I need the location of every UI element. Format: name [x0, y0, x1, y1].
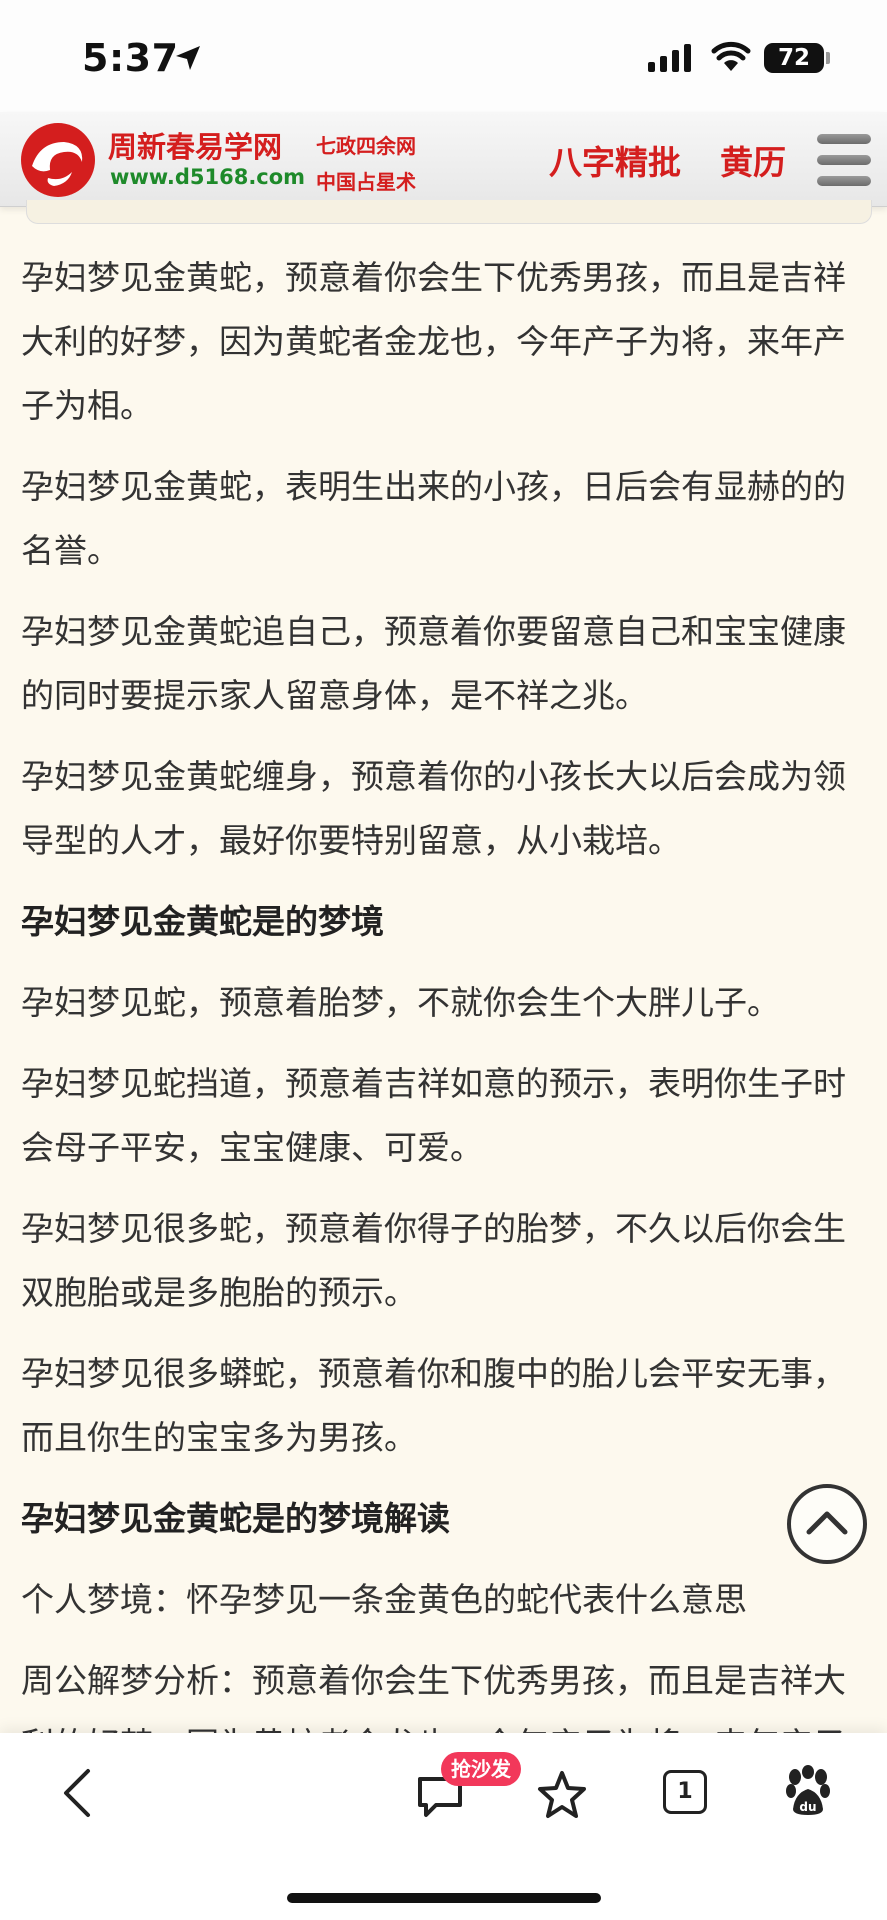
- site-header: 周新春易学网 www.d5168.com 七政四余网 中国占星术 八字精批 黄历: [0, 112, 887, 207]
- star-icon[interactable]: [536, 1769, 588, 1821]
- paragraph: 孕妇梦见金黄蛇缠身，预意着你的小孩长大以后会成为领导型的人才，最好你要特别留意，…: [21, 757, 846, 860]
- logo-swirl-icon[interactable]: [18, 120, 98, 200]
- home-indicator[interactable]: [287, 1893, 601, 1903]
- battery-nub: [826, 52, 830, 64]
- back-icon[interactable]: [58, 1765, 98, 1821]
- paragraph: 孕妇梦见金黄蛇追自己，预意着你要留意自己和宝宝健康的同时要提示家人留意身体，是不…: [21, 612, 846, 715]
- paragraph: 孕妇梦见金黄蛇，预意着你会生下优秀男孩，而且是吉祥大利的好梦，因为黄蛇者金龙也，…: [21, 258, 846, 425]
- tabs-icon[interactable]: 1: [663, 1770, 707, 1814]
- wifi-icon: [711, 41, 751, 71]
- location-arrow-icon: [176, 46, 200, 70]
- menu-icon[interactable]: [817, 134, 871, 186]
- scroll-top-icon: [806, 1511, 848, 1535]
- site-tagline-bottom: 中国占星术: [316, 170, 416, 194]
- scroll-top-button[interactable]: [787, 1484, 867, 1564]
- paragraph: 孕妇梦见蛇，预意着胎梦，不就你会生个大胖儿子。: [21, 983, 780, 1022]
- paragraph: 孕妇梦见很多蛇，预意着你得子的胎梦，不久以后你会生双胞胎或是多胞胎的预示。: [21, 1209, 846, 1312]
- article-body: 孕妇梦见金黄蛇，预意着你会生下优秀男孩，而且是吉祥大利的好梦，因为黄蛇者金龙也，…: [21, 246, 867, 1858]
- site-tagline-top: 七政四余网: [316, 134, 416, 158]
- content-box-edge: [26, 200, 872, 224]
- status-time: 5:37: [82, 36, 179, 80]
- browser-toolbar: 抢沙发 1 du: [0, 1733, 887, 1920]
- section-heading: 孕妇梦见金黄蛇是的梦境解读: [21, 1499, 450, 1538]
- nav-link-bazi[interactable]: 八字精批: [549, 136, 681, 184]
- nav-link-huangli[interactable]: 黄历: [720, 136, 786, 184]
- paragraph: 孕妇梦见蛇挡道，预意着吉祥如意的预示，表明你生子时会母子平安，宝宝健康、可爱。: [21, 1064, 846, 1167]
- signal-icon: [648, 44, 691, 72]
- section-heading: 孕妇梦见金黄蛇是的梦境: [21, 902, 384, 941]
- baidu-paw-icon[interactable]: du: [785, 1765, 831, 1817]
- paragraph: 孕妇梦见很多蟒蛇，预意着你和腹中的胎儿会平安无事，而且你生的宝宝多为男孩。: [21, 1354, 846, 1457]
- paragraph: 孕妇梦见金黄蛇，表明生出来的小孩，日后会有显赫的的名誉。: [21, 467, 846, 570]
- site-url: www.d5168.com: [110, 165, 306, 189]
- comment-badge[interactable]: 抢沙发: [441, 1752, 521, 1786]
- svg-text:du: du: [799, 1800, 816, 1814]
- site-name[interactable]: 周新春易学网: [108, 124, 282, 166]
- paragraph: 个人梦境：怀孕梦见一条金黄色的蛇代表什么意思: [21, 1580, 747, 1619]
- status-bar: 5:37 72: [0, 0, 887, 112]
- battery-icon: 72: [764, 43, 824, 73]
